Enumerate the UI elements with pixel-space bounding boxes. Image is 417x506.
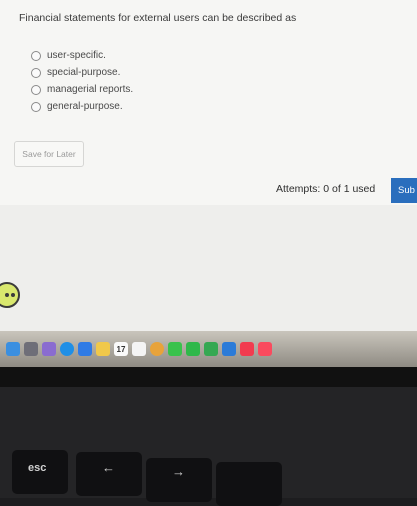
radio-button[interactable] [31, 50, 41, 61]
function-key[interactable] [216, 462, 282, 506]
attempts-counter: Attempts: 0 of 1 used [276, 183, 376, 195]
safari-icon[interactable] [60, 342, 74, 356]
right-arrow-icon: → [172, 464, 185, 479]
esc-key-label: esc [28, 462, 47, 474]
music-icon[interactable] [258, 342, 272, 356]
messages-icon[interactable] [168, 342, 182, 356]
esc-key[interactable]: esc [12, 450, 68, 494]
option-label: managerial reports. [47, 84, 134, 95]
photos-icon[interactable] [150, 342, 164, 356]
calendar-icon[interactable]: 17 [114, 342, 128, 356]
option-label: user-specific. [47, 50, 106, 61]
submit-button[interactable]: Sub [391, 178, 417, 203]
answer-options: user-specific. special-purpose. manageri… [31, 47, 133, 115]
assistant-face-icon[interactable] [0, 282, 20, 308]
left-arrow-icon: ← [102, 460, 115, 475]
radio-button[interactable] [31, 84, 41, 95]
keynote-icon[interactable] [222, 342, 236, 356]
apps-grid-icon[interactable] [42, 342, 56, 356]
forward-arrow-key[interactable]: → [146, 458, 212, 502]
save-for-later-button[interactable]: Save for Later [14, 141, 84, 167]
launchpad-icon[interactable] [24, 342, 38, 356]
screen-bezel [0, 367, 417, 387]
back-arrow-key[interactable]: ← [76, 452, 142, 496]
question-prompt: Financial statements for external users … [19, 12, 297, 24]
finder-icon[interactable] [6, 342, 20, 356]
option-managerial-reports[interactable]: managerial reports. [31, 81, 133, 98]
radio-button[interactable] [31, 67, 41, 78]
option-general-purpose[interactable]: general-purpose. [31, 98, 133, 115]
news-icon[interactable] [240, 342, 254, 356]
question-card: Financial statements for external users … [0, 0, 417, 205]
numbers-icon[interactable] [204, 342, 218, 356]
notes-icon[interactable] [96, 342, 110, 356]
facetime-icon[interactable] [186, 342, 200, 356]
macos-dock: 17 [0, 331, 417, 367]
option-special-purpose[interactable]: special-purpose. [31, 64, 133, 81]
option-user-specific[interactable]: user-specific. [31, 47, 133, 64]
reminders-icon[interactable] [132, 342, 146, 356]
browser-viewport: Financial statements for external users … [0, 0, 417, 350]
option-label: general-purpose. [47, 101, 123, 112]
mail-icon[interactable] [78, 342, 92, 356]
radio-button[interactable] [31, 101, 41, 112]
option-label: special-purpose. [47, 67, 121, 78]
